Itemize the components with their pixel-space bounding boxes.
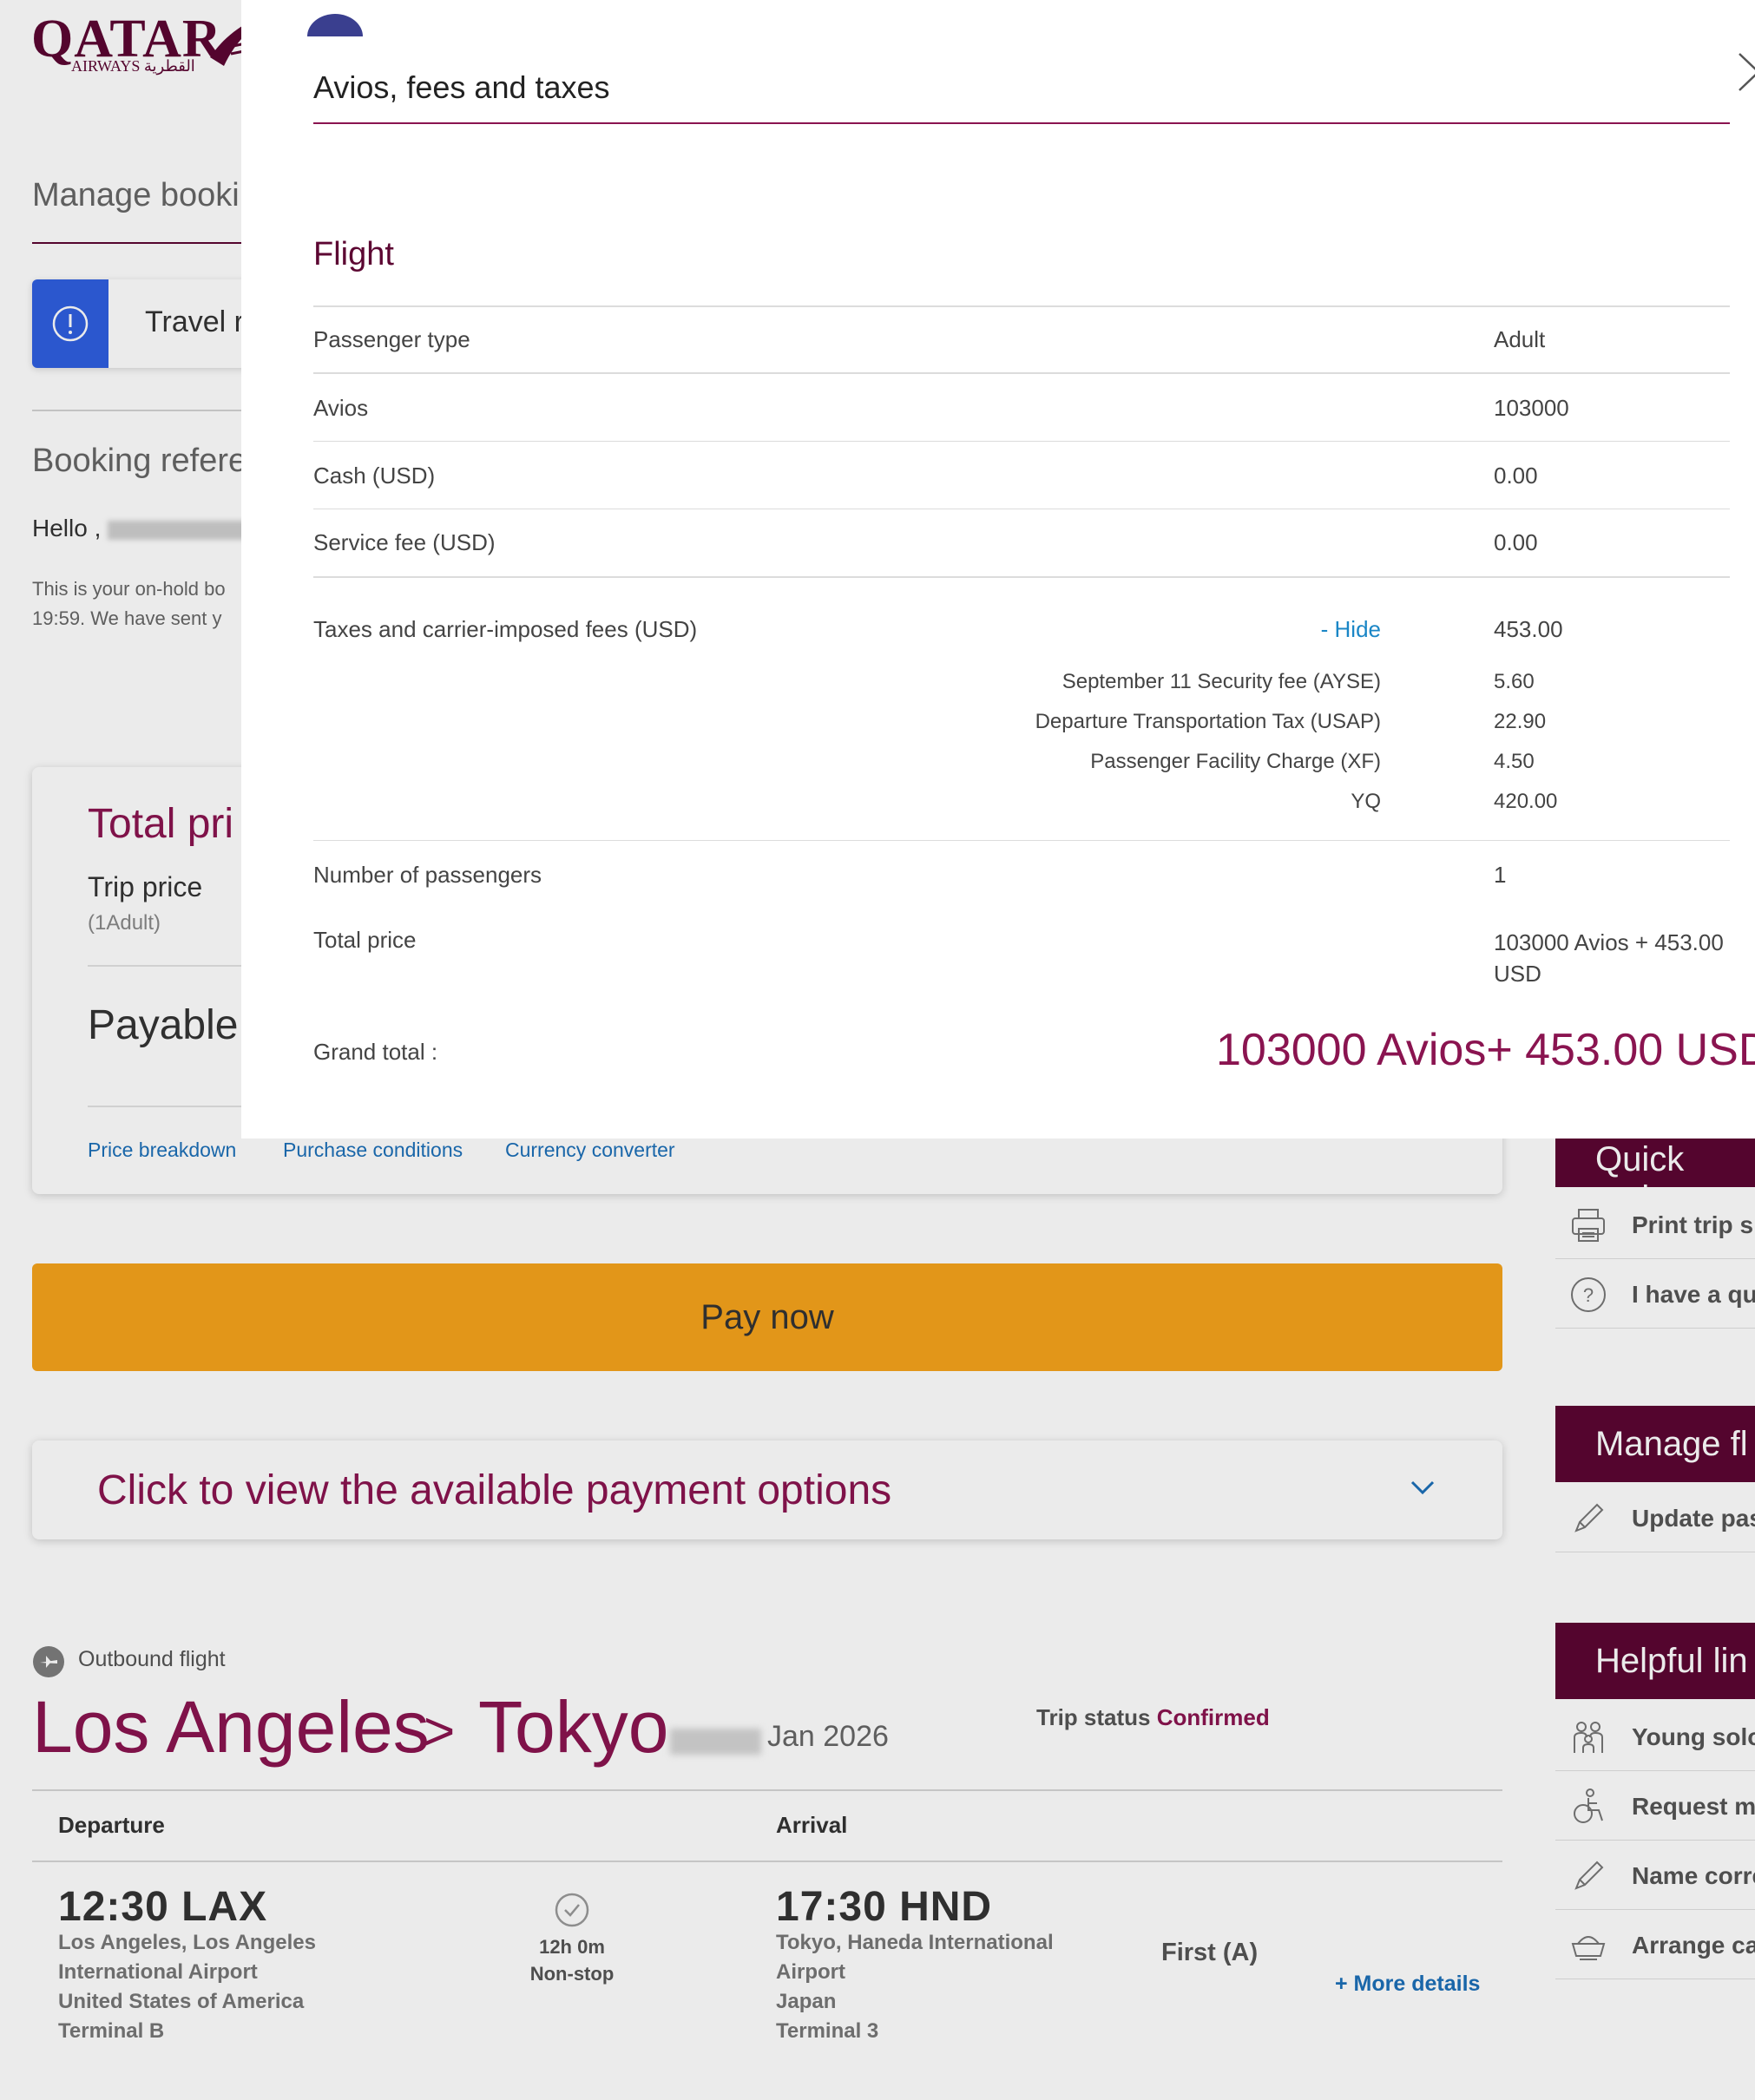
tax-breakdown-value: 4.50 xyxy=(1494,750,1535,773)
avios-value: 103000 xyxy=(1494,395,1569,421)
table-divider xyxy=(313,305,1730,307)
table-divider xyxy=(313,372,1730,374)
service-fee-label: Service fee (USD) xyxy=(313,529,496,555)
passengers-value: 1 xyxy=(1494,862,1507,888)
passenger-type-value: Adult xyxy=(1494,326,1546,352)
table-divider xyxy=(313,441,1730,442)
total-price-line-2: USD xyxy=(1494,961,1541,987)
tax-breakdown-value: 22.90 xyxy=(1494,710,1547,733)
table-divider xyxy=(313,840,1730,841)
total-price-line-1: 103000 Avios + 453.00 xyxy=(1494,929,1724,955)
taxes-value: 453.00 xyxy=(1494,616,1563,642)
grand-total-value: 103000 Avios+ 453.00 USD xyxy=(1216,1025,1755,1075)
cash-value: 0.00 xyxy=(1494,463,1538,489)
tax-breakdown-label: Passenger Facility Charge (XF) xyxy=(1090,750,1381,773)
tax-breakdown-label: YQ xyxy=(1351,790,1381,813)
tax-breakdown-label: September 11 Security fee (AYSE) xyxy=(1062,670,1381,693)
taxes-label: Taxes and carrier-imposed fees (USD) xyxy=(313,616,698,642)
cash-label: Cash (USD) xyxy=(313,463,436,489)
tax-breakdown-label: Departure Transportation Tax (USAP) xyxy=(1035,710,1381,733)
total-price-label: Total price xyxy=(313,927,417,953)
tax-breakdown-value: 5.60 xyxy=(1494,670,1535,693)
close-icon[interactable] xyxy=(1738,49,1755,95)
flight-section-title: Flight xyxy=(313,236,394,272)
modal-title-divider xyxy=(313,122,1730,124)
service-fee-value: 0.00 xyxy=(1494,529,1538,555)
passenger-type-label: Passenger type xyxy=(313,326,470,352)
avios-label: Avios xyxy=(313,395,369,421)
avios-fees-taxes-modal: Avios, fees and taxes Flight Passenger t… xyxy=(241,0,1755,1139)
hide-breakdown-toggle[interactable]: - Hide xyxy=(1259,616,1381,643)
passengers-label: Number of passengers xyxy=(313,862,542,888)
grand-total-label: Grand total : xyxy=(313,1039,438,1065)
tax-breakdown-value: 420.00 xyxy=(1494,790,1558,813)
modal-title: Avios, fees and taxes xyxy=(313,69,610,105)
total-price-value: 103000 Avios + 453.00 USD xyxy=(1494,927,1724,989)
loading-spinner-icon xyxy=(307,14,363,36)
table-divider xyxy=(313,576,1730,578)
